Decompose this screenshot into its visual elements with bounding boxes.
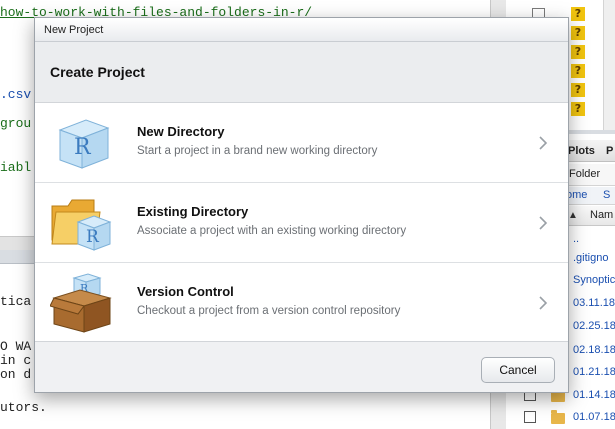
file-row[interactable]: .gitigno xyxy=(573,252,608,264)
dialog-header: Create Project xyxy=(35,42,568,103)
file-row[interactable]: .. xyxy=(573,233,579,245)
console-line: utors. xyxy=(0,400,47,415)
console-line: on d xyxy=(0,367,32,382)
option-description: Checkout a project from a version contro… xyxy=(137,305,401,317)
option-title: Version Control xyxy=(137,284,234,299)
file-row[interactable]: 01.21.18 xyxy=(573,366,615,378)
file-row[interactable]: 01.14.18 xyxy=(573,389,615,401)
question-badge-icon: ? xyxy=(571,102,585,116)
option-version-control[interactable]: R Version Control Checkout a project fro… xyxy=(35,263,568,343)
new-folder-button[interactable]: Folder xyxy=(569,168,600,180)
new-project-dialog: New Project Create Project R New Directo… xyxy=(34,17,569,393)
svg-text:R: R xyxy=(86,227,100,247)
console-line: in c xyxy=(0,353,32,368)
folder-r-icon: R xyxy=(51,199,112,251)
console-line: tica xyxy=(0,294,32,309)
chevron-right-icon xyxy=(539,136,548,150)
svg-text:R: R xyxy=(74,135,92,160)
cancel-button[interactable]: Cancel xyxy=(481,357,555,383)
file-row[interactable]: 01.07.18 xyxy=(573,411,615,423)
breadcrumb-home[interactable]: ome xyxy=(566,189,587,201)
question-badge-icon: ? xyxy=(571,45,585,59)
code-line: iabl xyxy=(0,160,32,175)
question-badge-icon: ? xyxy=(571,7,585,21)
box-r-icon: R xyxy=(50,273,112,333)
checkbox[interactable] xyxy=(524,411,536,423)
code-line: .csv xyxy=(0,87,32,102)
project-options-list: R New Directory Start a project in a bra… xyxy=(35,103,568,343)
option-title: Existing Directory xyxy=(137,204,249,219)
file-row[interactable]: 02.25.18 xyxy=(573,320,615,332)
sort-arrow-icon: ▲ xyxy=(568,210,578,221)
dialog-footer: Cancel xyxy=(35,341,568,392)
option-description: Start a project in a brand new working d… xyxy=(137,145,378,157)
file-row[interactable]: Synoptic xyxy=(573,274,615,286)
option-description: Associate a project with an existing wor… xyxy=(137,225,407,237)
tab-plots[interactable]: Plots xyxy=(568,145,595,157)
r-cube-icon: R xyxy=(58,119,110,169)
question-badge-icon: ? xyxy=(571,26,585,40)
environment-scrollbar[interactable] xyxy=(603,0,615,130)
file-row[interactable]: 02.18.18 xyxy=(573,344,615,356)
tab-packages[interactable]: P xyxy=(606,145,613,157)
option-title: New Directory xyxy=(137,124,225,139)
question-badge-icon: ? xyxy=(571,83,585,97)
file-row[interactable]: 03.11.18 xyxy=(573,297,615,309)
question-badge-icon: ? xyxy=(571,64,585,78)
chevron-right-icon xyxy=(539,216,548,230)
dialog-titlebar: New Project xyxy=(35,18,568,42)
option-new-directory[interactable]: R New Directory Start a project in a bra… xyxy=(35,103,568,183)
name-column-header[interactable]: Nam xyxy=(590,209,613,221)
chevron-right-icon xyxy=(539,296,548,310)
code-line: grou xyxy=(0,116,32,131)
option-existing-directory[interactable]: R Existing Directory Associate a project… xyxy=(35,183,568,263)
console-line: O WA xyxy=(0,339,32,354)
breadcrumb-item[interactable]: S xyxy=(603,189,610,201)
folder-icon xyxy=(551,410,565,424)
